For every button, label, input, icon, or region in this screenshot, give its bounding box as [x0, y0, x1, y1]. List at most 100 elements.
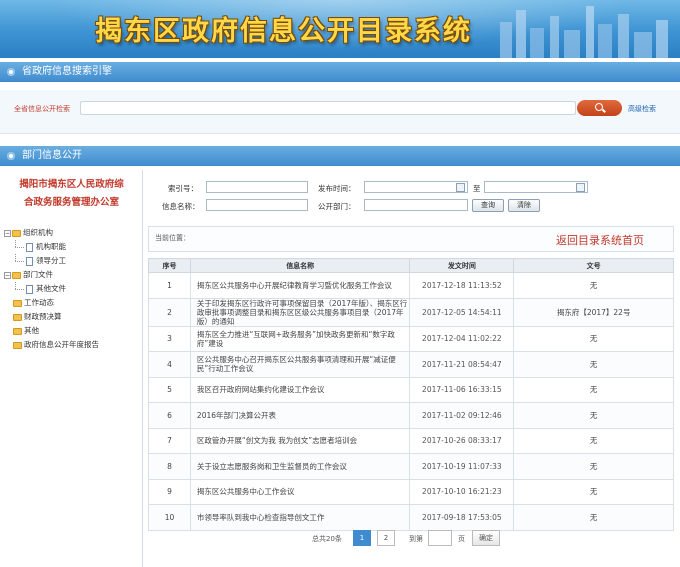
table-row: 3 揭东区全力推进“互联网+政务服务”加快政务更新和“数字政府”建设 2017-12…: [148, 325, 674, 352]
row-time: 2017-12-05 14:54:11: [409, 297, 515, 327]
document-icon: [26, 242, 33, 252]
name-label: 信息名称：: [162, 202, 200, 211]
table-row: 7 区政管办开展“创文为我 我为创文”志愿者培训会 2017-10-26 08:33…: [148, 427, 674, 454]
folder-icon: [13, 341, 22, 349]
calendar-icon[interactable]: [576, 183, 585, 192]
document-icon: [26, 256, 33, 266]
home-link[interactable]: 返回目录系统首页: [556, 232, 644, 248]
site-title: 揭东区政府信息公开目录系统: [95, 16, 472, 47]
folder-icon: [12, 271, 21, 279]
header-no: 序号: [148, 258, 191, 273]
search-button[interactable]: [577, 100, 622, 116]
tree-item-label: 机构职能: [36, 242, 66, 251]
advanced-search-link[interactable]: 高级检索: [628, 104, 656, 114]
sidebar: 揭阳市揭东区人民政府综 合政务服务管理办公室 − 组织机构机构职能领导分工 − 部门文…: [0, 170, 143, 567]
tree-item-label: 工作动态: [24, 298, 54, 307]
row-title-link[interactable]: 揭东区公共服务中心工作会议: [189, 478, 411, 505]
query-button[interactable]: 查询: [472, 199, 504, 212]
header-name: 信息名称: [189, 258, 411, 273]
bullet-icon: [7, 68, 15, 76]
table-row: 9 揭东区公共服务中心工作会议 2017-10-10 16:21:23 无: [148, 478, 674, 505]
row-title-link[interactable]: 市领导率队到我中心检查指导创文工作: [189, 504, 411, 531]
row-title-link[interactable]: 区公共服务中心召开揭东区公共服务事项清理和开展“减证便民”行动工作会议: [189, 351, 411, 378]
row-time: 2017-10-19 11:07:33: [409, 453, 515, 480]
search-section-bar: 省政府信息搜索引擎: [0, 62, 680, 82]
search-input[interactable]: [80, 101, 576, 115]
tree-item[interactable]: − 部门文件: [4, 268, 142, 282]
folder-icon: [13, 313, 22, 321]
header-time: 发文时间: [409, 258, 515, 273]
tree-item-label: 组织机构: [23, 228, 53, 237]
row-doc-number: 无: [513, 351, 674, 378]
tree-item[interactable]: 政府信息公开年度报告: [4, 338, 142, 352]
row-doc-number: 无: [513, 453, 674, 480]
row-title-link[interactable]: 关于设立志愿服务岗和卫生监督员的工作会议: [189, 453, 411, 480]
goto-ok-button[interactable]: 确定: [472, 530, 500, 546]
folder-icon: [13, 327, 22, 335]
folder-icon: [12, 229, 21, 237]
row-time: 2017-10-26 08:33:17: [409, 427, 515, 454]
clear-button[interactable]: 清除: [508, 199, 540, 212]
row-doc-number: 无: [513, 402, 674, 429]
page-1-button[interactable]: 1: [353, 530, 371, 546]
row-number: 8: [148, 453, 191, 480]
tree-item-label: 部门文件: [23, 270, 53, 279]
row-doc-number: 无: [513, 376, 674, 403]
dept-input[interactable]: [364, 199, 468, 211]
search-row: 全省信息公开检索 高级检索: [0, 90, 680, 134]
table-header-row: 序号 信息名称 发文时间 文号: [148, 258, 674, 273]
search-section-title: 省政府信息搜索引擎: [22, 66, 112, 77]
folder-icon: [13, 299, 22, 307]
row-title-link[interactable]: 关于印发揭东区行政许可事项保留目录（2017年版）、揭东区行政审批事项调整目录和…: [189, 297, 411, 327]
row-time: 2017-12-18 11:13:52: [409, 272, 515, 299]
row-number: 9: [148, 478, 191, 505]
tree-item[interactable]: 工作动态: [4, 296, 142, 310]
row-doc-number: 揭东府【2017】22号: [513, 297, 674, 327]
row-doc-number: 无: [513, 478, 674, 505]
name-input[interactable]: [206, 199, 308, 211]
row-number: 1: [148, 272, 191, 299]
row-number: 10: [148, 504, 191, 531]
org-name: 揭阳市揭东区人民政府综 合政务服务管理办公室: [19, 179, 124, 208]
document-icon: [26, 284, 33, 294]
tree-item[interactable]: 领导分工: [4, 254, 142, 268]
tree-item[interactable]: − 组织机构: [4, 226, 142, 240]
header-banner: 揭东区政府信息公开目录系统: [0, 0, 680, 58]
date-end-input[interactable]: [484, 181, 588, 193]
calendar-icon[interactable]: [456, 183, 465, 192]
city-skyline-icon: [500, 6, 668, 58]
row-doc-number: 无: [513, 325, 674, 352]
tree-item[interactable]: 其他: [4, 324, 142, 338]
location-bar: 当前位置： 返回目录系统首页: [148, 226, 674, 252]
tree-item[interactable]: 财政预决算: [4, 310, 142, 324]
tree-item-label: 其他文件: [36, 284, 66, 293]
search-label: 全省信息公开检索: [14, 105, 70, 113]
tree-item[interactable]: 机构职能: [4, 240, 142, 254]
page-2-button[interactable]: 2: [377, 530, 395, 546]
index-input[interactable]: [206, 181, 308, 193]
table-row: 4 区公共服务中心召开揭东区公共服务事项清理和开展“减证便民”行动工作会议 2017…: [148, 351, 674, 378]
row-title-link[interactable]: 区政管办开展“创文为我 我为创文”志愿者培训会: [189, 427, 411, 454]
table-row: 2 关于印发揭东区行政许可事项保留目录（2017年版）、揭东区行政审批事项调整目录…: [148, 297, 674, 327]
row-time: 2017-11-21 08:54:47: [409, 351, 515, 378]
table-row: 5 我区召开政府网站集约化建设工作会议 2017-11-06 16:33:15 无: [148, 376, 674, 403]
table-row: 8 关于设立志愿服务岗和卫生监督员的工作会议 2017-10-19 11:07:33…: [148, 453, 674, 480]
category-tree: − 组织机构机构职能领导分工 − 部门文件其他文件工作动态财政预决算其他政府信息公开年…: [4, 226, 142, 352]
goto-label: 到第: [409, 535, 423, 543]
row-number: 2: [148, 297, 191, 327]
tree-item-label: 政府信息公开年度报告: [24, 340, 99, 349]
row-doc-number: 无: [513, 427, 674, 454]
date-start-input[interactable]: [364, 181, 468, 193]
row-title-link[interactable]: 揭东区全力推进“互联网+政务服务”加快政务更新和“数字政府”建设: [189, 325, 411, 352]
row-title-link[interactable]: 揭东区公共服务中心开展纪律教育学习暨优化服务工作会议: [189, 272, 411, 299]
tree-item[interactable]: 其他文件: [4, 282, 142, 296]
dept-section-bar: 部门信息公开: [0, 146, 680, 166]
expand-toggle-icon[interactable]: −: [4, 271, 11, 279]
goto-page-input[interactable]: [428, 530, 452, 546]
tree-item-label: 财政预决算: [24, 312, 62, 321]
expand-toggle-icon[interactable]: −: [4, 229, 11, 237]
row-title-link[interactable]: 我区召开政府网站集约化建设工作会议: [189, 376, 411, 403]
info-table: 序号 信息名称 发文时间 文号 1 揭东区公共服务中心开展纪律教育学习暨优化服务工…: [148, 258, 674, 531]
tree-item-label: 领导分工: [36, 256, 66, 265]
row-title-link[interactable]: 2016年部门决算公开表: [189, 402, 411, 429]
